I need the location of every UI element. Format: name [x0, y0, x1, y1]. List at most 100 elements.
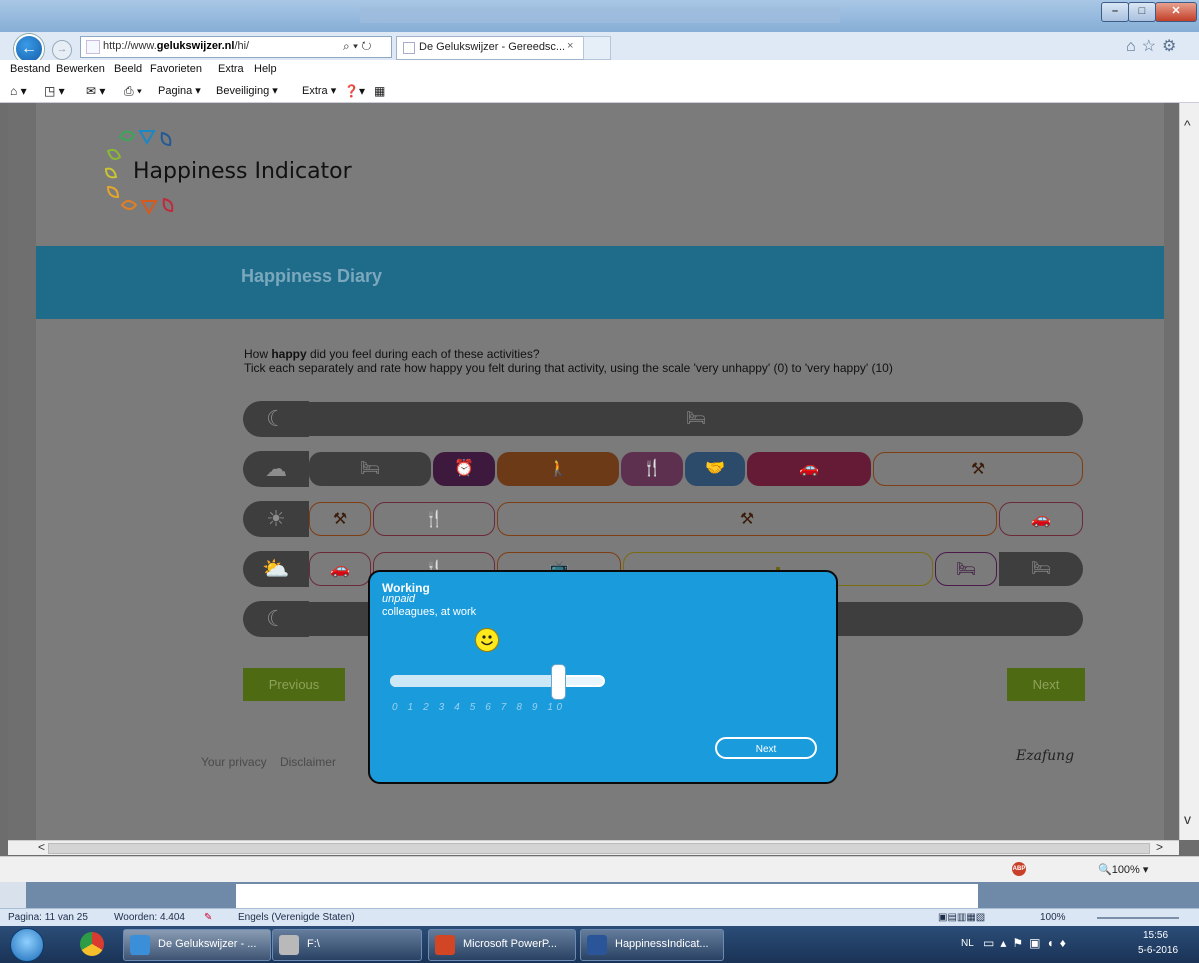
moon-icon-2: ☾	[243, 601, 309, 637]
vertical-scrollbar[interactable]: ^ v	[1179, 103, 1199, 840]
address-text[interactable]: http://www.gelukswijzer.nl/hi/	[103, 40, 249, 52]
happiness-slider-fill	[390, 675, 565, 687]
print-icon[interactable]: ⎙ ▾	[124, 84, 142, 99]
activity-working[interactable]: ⚒	[873, 452, 1083, 486]
page-favicon-icon	[86, 40, 100, 54]
activity-walking[interactable]: 🚶	[497, 452, 619, 486]
tab-favicon-icon	[403, 42, 415, 54]
spellcheck-icon[interactable]: ✎	[204, 912, 212, 923]
activity-working-2[interactable]: ⚒	[497, 502, 997, 536]
activity-sleep-evening[interactable]: 🛏	[999, 552, 1083, 586]
activity-driving-evening[interactable]: 🚗	[309, 552, 371, 586]
scroll-down-icon[interactable]: v	[1184, 811, 1191, 827]
sun-cloud-icon: ☀	[243, 501, 309, 537]
activity-sleep-morning[interactable]: 🛏	[309, 452, 431, 486]
language-indicator[interactable]: NL	[961, 938, 974, 949]
activity-driving-home[interactable]: 🚗	[999, 502, 1083, 536]
tab-gelukswijzer[interactable]: De Gelukswijzer - Gereedsc... ×	[396, 36, 584, 60]
clock-date[interactable]: 5-6-2016	[1138, 945, 1178, 956]
taskbar-item-ie[interactable]: De Gelukswijzer - ...	[123, 929, 271, 961]
page-title: Happiness Diary	[241, 266, 383, 286]
activity-driving[interactable]: 🚗	[747, 452, 871, 486]
menu-extra[interactable]: Extra	[218, 63, 244, 75]
menu-beveiliging[interactable]: Beveiliging ▾	[216, 84, 278, 97]
horizontal-scrollbar[interactable]: < >	[8, 840, 1179, 855]
scroll-up-icon[interactable]: ^	[1184, 117, 1191, 133]
menu-pagina[interactable]: Pagina ▾	[158, 84, 201, 97]
adblock-icon[interactable]: ABP	[1012, 862, 1026, 876]
sunrise-icon: ☁	[243, 451, 309, 487]
word-zoom-slider[interactable]	[1097, 917, 1179, 919]
mail-icon[interactable]: ✉ ▾	[86, 84, 105, 98]
home-favorites-settings-icons[interactable]: ⌂☆⚙	[1126, 36, 1182, 56]
taskbar-item-powerpoint[interactable]: Microsoft PowerP...	[428, 929, 576, 961]
menu-bestand[interactable]: Bestand	[10, 63, 50, 75]
start-button[interactable]	[10, 928, 44, 962]
close-button[interactable]: ✕	[1155, 2, 1197, 22]
modal-next-button[interactable]: Next	[715, 737, 817, 759]
address-bar[interactable]: http://www.gelukswijzer.nl/hi/ ⌕ ▾ ↻	[80, 36, 392, 58]
tab-label: De Gelukswijzer - Gereedsc...	[419, 41, 566, 53]
word-ruler	[0, 882, 26, 908]
menu-help[interactable]: Help	[254, 63, 277, 75]
smiley-icon	[475, 628, 499, 652]
maximize-button[interactable]: □	[1128, 2, 1156, 22]
window-title-blurred	[360, 7, 840, 23]
chrome-icon[interactable]	[80, 932, 104, 956]
new-tab-button[interactable]	[583, 36, 611, 60]
command-bar: ⌂ ▾ ◳ ▾ ✉ ▾ ⎙ ▾ Pagina ▾ Beveiliging ▾ E…	[0, 80, 1199, 103]
activity-eating-lunch[interactable]: 🍴	[373, 502, 495, 536]
window-titlebar: – □ ✕	[0, 0, 1199, 32]
taskbar-item-drive[interactable]: F:\	[272, 929, 422, 961]
minimize-button[interactable]: –	[1101, 2, 1129, 22]
home-icon[interactable]: ⌂ ▾	[10, 84, 27, 98]
word-page-info[interactable]: Pagina: 11 van 25	[8, 912, 88, 923]
menu-beeld[interactable]: Beeld	[114, 63, 142, 75]
activity-eating[interactable]: 🍴	[621, 452, 683, 486]
word-count[interactable]: Woorden: 4.404	[114, 912, 185, 923]
activity-sleep[interactable]: 🛏	[309, 402, 1083, 436]
scroll-left-icon[interactable]: <	[38, 840, 45, 854]
help-icon[interactable]: ❓▾	[344, 84, 365, 98]
activity-meeting[interactable]: 🤝	[685, 452, 745, 486]
happiness-slider-handle[interactable]	[551, 664, 566, 700]
search-refresh-icons[interactable]: ⌕ ▾ ↻	[343, 39, 372, 54]
horizontal-scroll-thumb[interactable]	[48, 843, 1150, 854]
menu-favorieten[interactable]: Favorieten	[150, 63, 202, 75]
scroll-right-icon[interactable]: >	[1156, 840, 1163, 854]
zoom-level[interactable]: 🔍100% ▾	[1098, 863, 1148, 876]
footer-links: Your privacy Disclaimer	[201, 755, 336, 769]
word-status-bar: Pagina: 11 van 25 Woorden: 4.404 ✎ Engel…	[0, 908, 1199, 927]
activity-working-1[interactable]: ⚒	[309, 502, 371, 536]
system-tray: NL ▭▴⚑▣◖♦ 15:56 5-6-2016	[955, 926, 1199, 963]
previous-button[interactable]: Previous	[243, 668, 345, 701]
tray-icons[interactable]: ▭▴⚑▣◖♦	[983, 936, 1072, 950]
menu-extra-cmd[interactable]: Extra ▾	[302, 84, 336, 97]
privacy-link[interactable]: Your privacy	[201, 755, 267, 769]
word-document-page	[236, 884, 978, 908]
clock-time[interactable]: 15:56	[1143, 930, 1168, 941]
word-language[interactable]: Engels (Verenigde Staten)	[238, 912, 355, 923]
disclaimer-link[interactable]: Disclaimer	[280, 755, 336, 769]
tab-close-icon[interactable]: ×	[567, 40, 573, 52]
activity-wake[interactable]: ⏰	[433, 452, 495, 486]
rating-modal: Working unpaid colleagues, at work 0 1 2…	[368, 570, 838, 784]
word-icon	[587, 935, 607, 955]
next-page-button[interactable]: Next	[1007, 668, 1085, 701]
forward-button[interactable]: →	[52, 40, 72, 60]
menu-bewerken[interactable]: Bewerken	[56, 63, 105, 75]
sunset-icon: ⛅	[243, 551, 309, 587]
taskbar-item-word[interactable]: HappinessIndicat...	[580, 929, 724, 961]
research-icon[interactable]: ▦	[374, 84, 385, 98]
erasmus-logo: Ezafung	[1016, 748, 1075, 764]
word-zoom[interactable]: 100%	[1040, 912, 1066, 923]
menu-bar: Bestand Bewerken Beeld Favorieten Extra …	[0, 60, 1199, 80]
page-viewport: Happiness Indicator Happiness Diary How …	[8, 103, 1179, 840]
activity-bed[interactable]: 🛏	[935, 552, 997, 586]
browser-status-bar: ABP 🔍100% ▾	[0, 856, 1199, 883]
drive-icon	[279, 935, 299, 955]
activity-company: colleagues, at work	[382, 606, 477, 618]
view-buttons-icons[interactable]: ▣▤▥▦▧	[938, 912, 985, 923]
logo-text: Happiness Indicator	[133, 159, 352, 184]
feeds-icon[interactable]: ◳ ▾	[44, 84, 65, 98]
